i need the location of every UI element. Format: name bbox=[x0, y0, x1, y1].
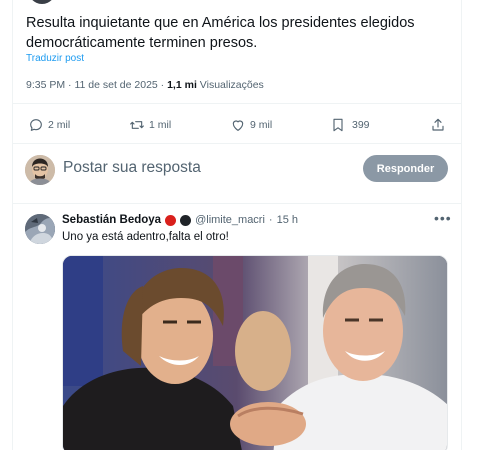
divider bbox=[12, 143, 462, 144]
reply-action[interactable]: 2 mil bbox=[28, 116, 70, 134]
divider bbox=[12, 203, 462, 204]
bookmark-icon bbox=[333, 118, 343, 132]
reply-author-avatar[interactable] bbox=[25, 214, 55, 244]
reply-author-handle[interactable]: @limite_macri bbox=[195, 214, 265, 226]
tweet-meta: 9:35 PM · 11 de set de 2025 · 1,1 mi Vis… bbox=[26, 79, 264, 91]
reply-text: Uno ya está adentro,falta el otro! bbox=[62, 231, 229, 243]
tweet-date[interactable]: 11 de set de 2025 bbox=[74, 79, 157, 91]
tweet-detail-page: Resulta inquietante que en América los p… bbox=[0, 0, 482, 450]
black-circle-icon bbox=[180, 214, 192, 226]
share-icon bbox=[432, 118, 444, 131]
reply-count: 2 mil bbox=[48, 119, 71, 131]
red-circle-icon bbox=[165, 214, 177, 226]
reply-photo[interactable] bbox=[62, 255, 448, 450]
repost-icon bbox=[130, 121, 144, 129]
reply-author-photo-icon bbox=[25, 214, 55, 244]
share-action[interactable] bbox=[430, 116, 446, 134]
column-border-right bbox=[461, 0, 462, 450]
repost-count: 1 mil bbox=[149, 119, 172, 131]
tweet-time[interactable]: 9:35 PM bbox=[26, 79, 65, 91]
author-avatar[interactable] bbox=[27, 0, 57, 4]
repost-action[interactable]: 1 mil bbox=[129, 116, 171, 134]
reply-input[interactable]: Postar sua resposta bbox=[63, 159, 201, 177]
column-border-left bbox=[12, 0, 13, 450]
header-separator: · bbox=[268, 214, 273, 226]
bookmark-count: 399 bbox=[352, 119, 370, 131]
like-action[interactable]: 9 mil bbox=[230, 116, 272, 134]
user-photo-icon bbox=[25, 155, 55, 185]
views-label: Visualizações bbox=[199, 79, 264, 91]
reply-time[interactable]: 15 h bbox=[277, 214, 298, 226]
translate-post-link[interactable]: Traduzir post bbox=[26, 53, 84, 64]
reply-header: Sebastián Bedoya @limite_macri · 15 h bbox=[62, 214, 298, 226]
bookmark-action[interactable]: 399 bbox=[330, 116, 370, 134]
like-count: 9 mil bbox=[250, 119, 273, 131]
reply-button[interactable]: Responder bbox=[363, 155, 448, 182]
photo-two-men-handshake bbox=[63, 256, 447, 450]
views-count: 1,1 mi bbox=[167, 79, 197, 91]
more-options-icon[interactable]: ••• bbox=[434, 210, 452, 226]
divider bbox=[12, 103, 462, 104]
my-avatar[interactable] bbox=[25, 155, 55, 185]
tweet-text: Resulta inquietante que en América los p… bbox=[26, 15, 415, 51]
heart-icon bbox=[232, 120, 244, 131]
reply-author-name[interactable]: Sebastián Bedoya bbox=[62, 214, 161, 226]
reply-icon bbox=[30, 119, 42, 131]
